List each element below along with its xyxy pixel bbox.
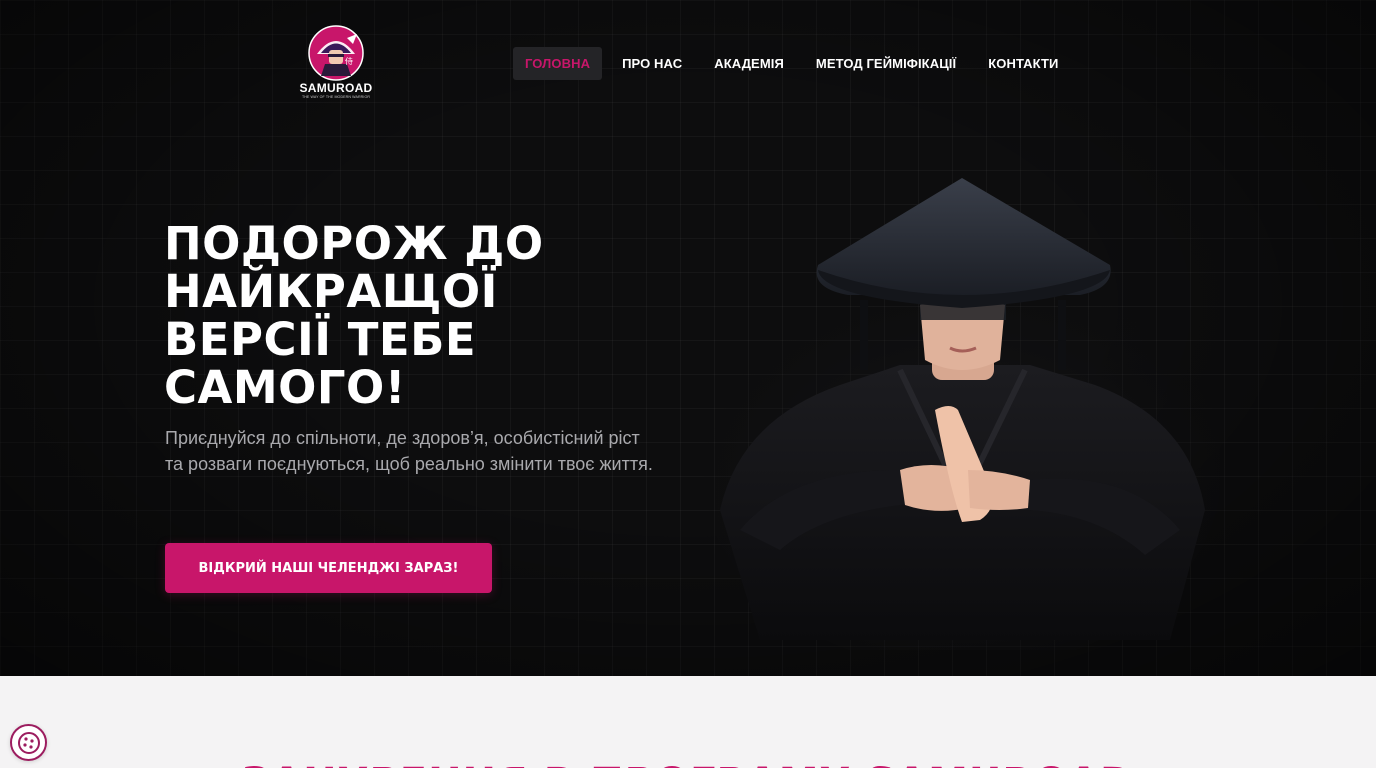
samurai-head-logo-icon: 侍	[308, 25, 364, 81]
program-heading: ЗАНУРЕННЯ В ПРОГРАМУ SAMUROAD	[0, 760, 1376, 768]
svg-text:侍: 侍	[345, 57, 353, 66]
cookie-icon	[17, 731, 40, 754]
hero-subtitle: Приєднуйся до спільноти, де здоров’я, ос…	[165, 428, 653, 474]
main-nav: ГОЛОВНА ПРО НАС АКАДЕМІЯ МЕТОД ГЕЙМІФІКА…	[513, 47, 1079, 80]
samurai-hero-image	[702, 178, 1220, 650]
site-logo[interactable]: 侍 SAMUROAD THE WAY OF THE MODERN WARRIOR	[296, 24, 376, 106]
logo-wordmark: SAMUROAD	[299, 81, 373, 95]
nav-item-gamification[interactable]: МЕТОД ГЕЙМІФІКАЦІЇ	[804, 47, 968, 80]
nav-item-about[interactable]: ПРО НАС	[610, 47, 694, 80]
nav-item-home[interactable]: ГОЛОВНА	[513, 47, 603, 80]
nav-item-academy[interactable]: АКАДЕМІЯ	[702, 47, 796, 80]
logo-tagline: THE WAY OF THE MODERN WARRIOR	[301, 95, 371, 99]
nav-item-contacts[interactable]: КОНТАКТИ	[976, 47, 1070, 80]
cta-challenges-button[interactable]: ВІДКРИЙ НАШІ ЧЕЛЕНДЖІ ЗАРАЗ!	[165, 543, 492, 593]
hero-section: 侍 SAMUROAD THE WAY OF THE MODERN WARRIOR…	[0, 0, 1376, 676]
cookie-settings-button[interactable]	[10, 724, 47, 761]
hero-title: ПОДОРОЖ ДО НАЙКРАЩОЇ ВЕРСІЇ ТЕБЕ САМОГО!	[164, 217, 544, 414]
program-section: ЗАНУРЕННЯ В ПРОГРАМУ SAMUROAD	[0, 676, 1376, 768]
